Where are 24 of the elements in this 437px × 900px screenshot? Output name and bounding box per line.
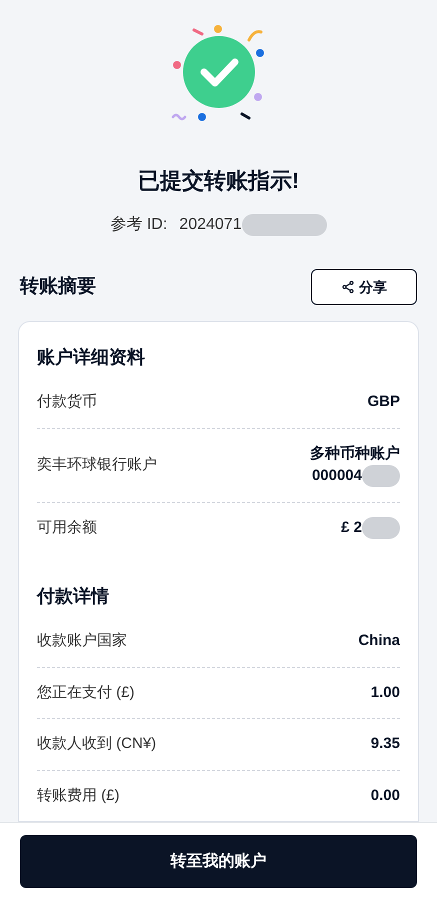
row-label: 收款人收到 (CN¥) <box>37 734 156 754</box>
row-value: 000004 <box>312 466 362 486</box>
card-heading: 账户详细资料 <box>37 346 146 369</box>
row-value: £ 2 <box>341 518 362 538</box>
share-button[interactable]: 分享 <box>311 269 417 305</box>
row-label: 可用余额 <box>37 518 97 538</box>
row-value: GBP <box>367 392 400 412</box>
row-value: China <box>358 631 400 651</box>
row-value: 1.00 <box>370 682 400 702</box>
share-icon <box>341 280 355 294</box>
row-label: 付款货币 <box>37 392 97 412</box>
row-value: 9.35 <box>370 734 400 754</box>
row-value: 0.00 <box>370 786 400 806</box>
card-heading: 付款详情 <box>37 585 110 608</box>
row-value: 多种币种账户 <box>310 444 400 464</box>
row-label: 您正在支付 (£) <box>37 682 134 702</box>
section-heading: 转账摘要 <box>20 274 96 299</box>
reference-value: 2024071 <box>179 215 242 235</box>
go-to-account-button[interactable]: 转至我的账户 <box>20 835 417 888</box>
page-title: 已提交转账指示! <box>138 167 300 195</box>
row-label: 转账费用 (£) <box>37 786 120 806</box>
row-label: 收款账户国家 <box>37 631 127 651</box>
row-label: 奕丰环球银行账户 <box>37 454 157 475</box>
reference-label: 参考 ID: <box>110 214 168 235</box>
